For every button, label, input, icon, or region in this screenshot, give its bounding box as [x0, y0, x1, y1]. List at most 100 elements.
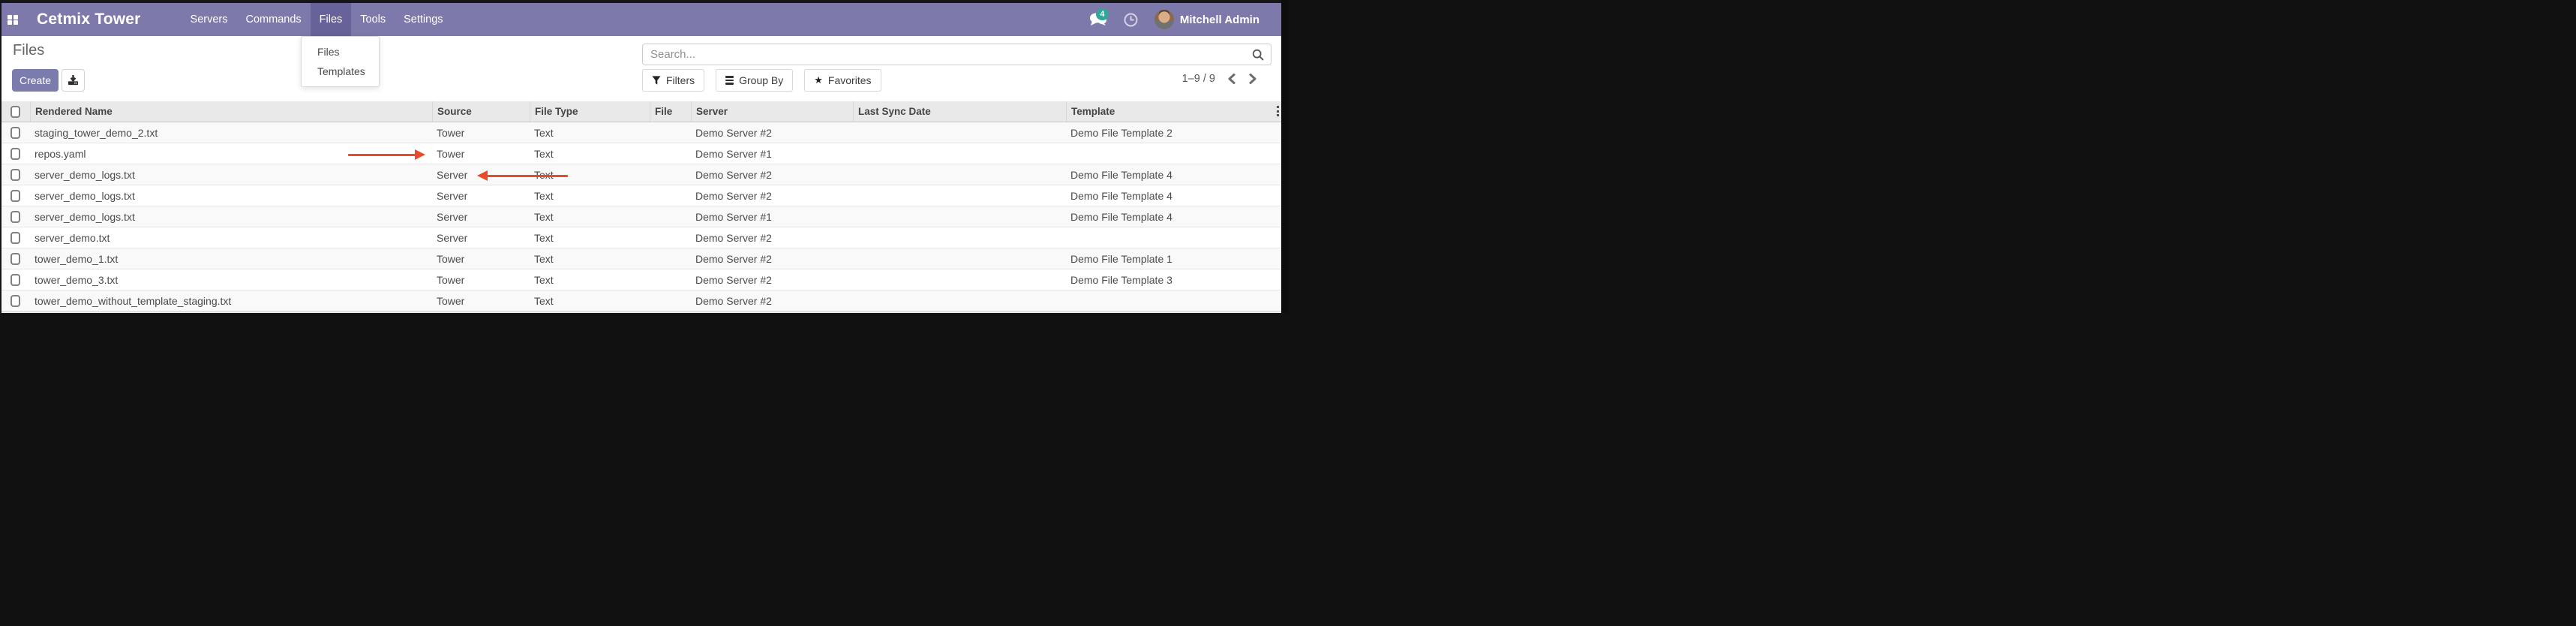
- cell-template: Demo File Template 1: [1066, 253, 1281, 265]
- nav-item-files[interactable]: Files: [311, 3, 352, 36]
- bars-icon: [725, 76, 734, 85]
- row-select-cell: [0, 269, 30, 290]
- files-list-table: Rendered NameSourceFile TypeFileServerLa…: [0, 101, 1281, 313]
- table-row[interactable]: staging_tower_demo_2.txtTowerTextDemo Se…: [0, 122, 1281, 143]
- dropdown-item-files[interactable]: Files: [302, 42, 379, 62]
- cell-source: Tower: [432, 127, 530, 139]
- cell-file_type: Text: [530, 127, 650, 139]
- column-header-source[interactable]: Source: [432, 101, 530, 122]
- search-icon: [1252, 49, 1264, 61]
- row-select-cell: [0, 248, 30, 269]
- cell-server: Demo Server #2: [691, 169, 853, 181]
- cell-server: Demo Server #2: [691, 295, 853, 307]
- table-row[interactable]: server_demo.txtServerTextDemo Server #2: [0, 227, 1281, 248]
- dropdown-item-templates[interactable]: Templates: [302, 62, 379, 81]
- search-submit[interactable]: [1245, 49, 1271, 61]
- table-row[interactable]: server_demo_logs.txtServerTextDemo Serve…: [0, 164, 1281, 185]
- row-checkbox[interactable]: [11, 190, 20, 202]
- column-header-server[interactable]: Server: [691, 101, 853, 122]
- clock-icon: [1124, 13, 1138, 27]
- pager-previous-button[interactable]: [1226, 72, 1237, 86]
- annotation-arrow-left: [477, 170, 568, 182]
- chevron-right-icon: [1249, 74, 1257, 84]
- brand-title[interactable]: Cetmix Tower: [25, 3, 152, 36]
- messages-count-badge: 4: [1096, 8, 1109, 20]
- select-all-cell: [0, 101, 30, 122]
- nav-item-servers[interactable]: Servers: [182, 3, 237, 36]
- app-window: Cetmix Tower ServersCommandsFilesToolsSe…: [0, 0, 1288, 313]
- table-row[interactable]: server_demo_logs.txtServerTextDemo Serve…: [0, 185, 1281, 206]
- cell-file_type: Text: [530, 190, 650, 202]
- cell-source: Tower: [432, 148, 530, 160]
- cell-source: Tower: [432, 295, 530, 307]
- row-checkbox[interactable]: [11, 274, 20, 286]
- main-menu: ServersCommandsFilesToolsSettings: [182, 3, 452, 36]
- table-body: staging_tower_demo_2.txtTowerTextDemo Se…: [0, 122, 1281, 311]
- table-row[interactable]: tower_demo_1.txtTowerTextDemo Server #2D…: [0, 248, 1281, 269]
- activities-button[interactable]: [1115, 3, 1146, 36]
- download-button[interactable]: [62, 69, 85, 92]
- pager-next-button[interactable]: [1247, 72, 1259, 86]
- table-row[interactable]: repos.yamlTowerTextDemo Server #1: [0, 143, 1281, 164]
- column-header-file[interactable]: File: [650, 101, 691, 122]
- apps-menu-button[interactable]: [0, 3, 25, 36]
- chevron-left-icon: [1227, 74, 1235, 84]
- column-header-last_sync_date[interactable]: Last Sync Date: [853, 101, 1066, 122]
- column-header-rendered_name[interactable]: Rendered Name: [30, 101, 432, 122]
- row-select-cell: [0, 185, 30, 206]
- select-all-checkbox[interactable]: [11, 106, 20, 118]
- optional-columns-toggle[interactable]: [1277, 106, 1279, 116]
- filters-button[interactable]: Filters: [642, 69, 704, 92]
- cell-template: Demo File Template 3: [1066, 274, 1281, 286]
- window-frame-right: [1281, 0, 1288, 313]
- row-select-cell: [0, 122, 30, 143]
- cell-rendered_name: tower_demo_1.txt: [30, 253, 432, 265]
- cell-template: Demo File Template 4: [1066, 169, 1281, 181]
- page-title: Files: [13, 42, 44, 59]
- favorites-button[interactable]: ★ Favorites: [804, 69, 881, 92]
- table-row[interactable]: tower_demo_3.txtTowerTextDemo Server #2D…: [0, 269, 1281, 290]
- row-select-cell: [0, 164, 30, 185]
- cell-server: Demo Server #2: [691, 127, 853, 139]
- user-name: Mitchell Admin: [1180, 14, 1259, 26]
- row-select-cell: [0, 290, 30, 311]
- user-menu[interactable]: Mitchell Admin: [1146, 3, 1268, 36]
- row-checkbox[interactable]: [11, 148, 20, 160]
- pager-value: 1–9 / 9: [1182, 73, 1215, 85]
- row-checkbox[interactable]: [11, 127, 20, 139]
- row-checkbox[interactable]: [11, 295, 20, 307]
- files-dropdown-menu: FilesTemplates: [301, 36, 380, 87]
- table-row[interactable]: server_demo_logs.txtServerTextDemo Serve…: [0, 206, 1281, 227]
- cell-server: Demo Server #1: [691, 211, 853, 223]
- cell-source: Server: [432, 232, 530, 244]
- cell-template: Demo File Template 4: [1066, 211, 1281, 223]
- cell-server: Demo Server #2: [691, 253, 853, 265]
- table-row[interactable]: tower_demo_without_template_staging.txtT…: [0, 290, 1281, 311]
- group-by-button[interactable]: Group By: [716, 69, 793, 92]
- search-bar: [642, 44, 1271, 65]
- row-checkbox[interactable]: [11, 253, 20, 265]
- filters-label: Filters: [666, 74, 695, 86]
- row-checkbox[interactable]: [11, 232, 20, 244]
- nav-item-tools[interactable]: Tools: [351, 3, 395, 36]
- cell-rendered_name: server_demo_logs.txt: [30, 169, 432, 181]
- create-button[interactable]: Create: [12, 69, 59, 92]
- nav-item-settings[interactable]: Settings: [395, 3, 452, 36]
- messages-button[interactable]: 4: [1081, 3, 1115, 36]
- row-checkbox[interactable]: [11, 169, 20, 181]
- column-header-template[interactable]: Template: [1066, 101, 1281, 122]
- cell-file_type: Text: [530, 295, 650, 307]
- nav-item-commands[interactable]: Commands: [237, 3, 311, 36]
- window-frame-left: [0, 0, 2, 313]
- column-header-file_type[interactable]: File Type: [530, 101, 650, 122]
- filter-bar: Filters Group By ★ Favorites: [642, 69, 881, 92]
- cell-rendered_name: tower_demo_without_template_staging.txt: [30, 295, 432, 307]
- search-input[interactable]: [643, 48, 1245, 61]
- cell-server: Demo Server #2: [691, 274, 853, 286]
- cell-template: Demo File Template 2: [1066, 127, 1281, 139]
- row-select-cell: [0, 143, 30, 164]
- favorites-label: Favorites: [828, 74, 872, 86]
- user-avatar: [1154, 10, 1174, 29]
- row-checkbox[interactable]: [11, 211, 20, 223]
- top-navbar: Cetmix Tower ServersCommandsFilesToolsSe…: [0, 3, 1281, 36]
